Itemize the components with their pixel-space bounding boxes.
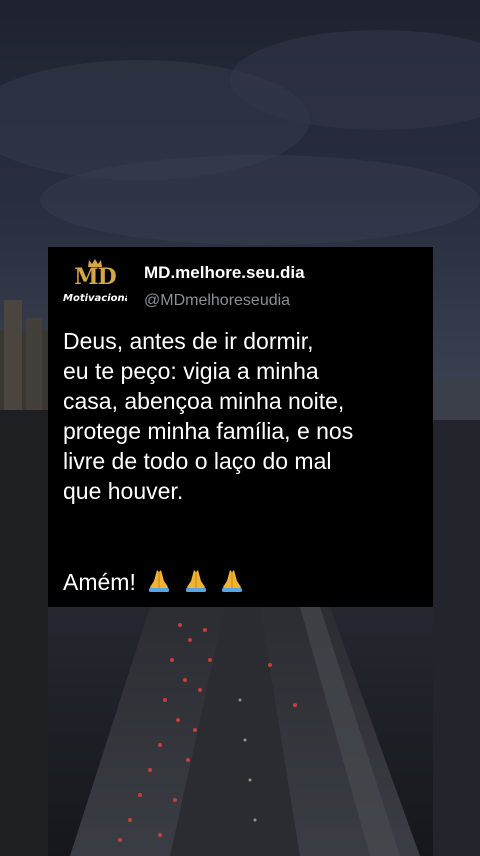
- tweet-line: livre de todo o laço do mal: [63, 448, 332, 474]
- tweet-closing: Amém!: [63, 567, 245, 597]
- closing-text: Amém!: [63, 569, 136, 595]
- user-handle[interactable]: @MDmelhoreseudia: [144, 291, 290, 311]
- logo-subtext: Motivacional: [63, 293, 127, 304]
- tweet-line: casa, abençoa minha noite,: [63, 388, 345, 414]
- display-name[interactable]: MD.melhore.seu.dia: [144, 263, 305, 283]
- tweet-line: protege minha família, e nos: [63, 418, 354, 444]
- profile-avatar-logo[interactable]: MD Motivacional: [63, 259, 127, 311]
- tweet-line: que houver.: [63, 478, 184, 504]
- folded-hands-icon: [185, 570, 206, 592]
- logo-monogram: MD: [74, 264, 116, 290]
- folded-hands-icon: [222, 570, 243, 592]
- tweet-line: eu te peço: vigia a minha: [63, 358, 319, 384]
- video-frame: MD Motivacional MD.melhore.seu.dia @MDme…: [0, 0, 480, 856]
- tweet-card: MD Motivacional MD.melhore.seu.dia @MDme…: [48, 247, 433, 607]
- tweet-text: Deus, antes de ir dormir, eu te peço: vi…: [63, 326, 425, 506]
- folded-hands-icon: [149, 570, 170, 592]
- tweet-line: Deus, antes de ir dormir,: [63, 328, 314, 354]
